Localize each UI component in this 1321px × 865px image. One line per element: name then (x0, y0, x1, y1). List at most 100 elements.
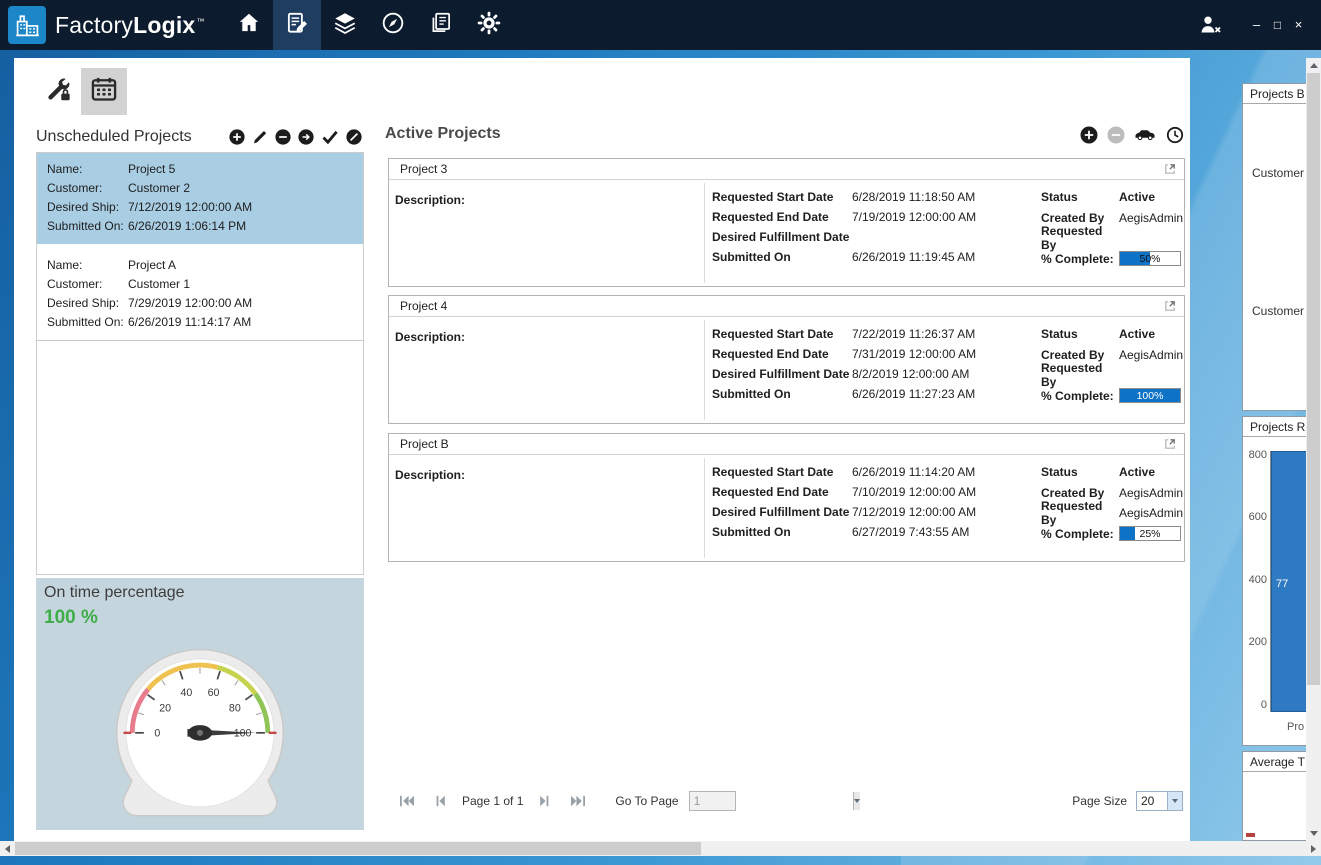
circle-plus-icon (229, 129, 245, 145)
list-row: Desired Ship:7/12/2019 12:00:00 AM (47, 198, 353, 217)
last-page-button[interactable] (570, 795, 587, 807)
scroll-left-button[interactable] (0, 841, 15, 856)
dropdown-arrow-icon[interactable] (853, 792, 860, 810)
documents-nav-button[interactable] (417, 0, 465, 50)
dropdown-arrow-icon[interactable] (1167, 792, 1182, 810)
edit-project-button[interactable] (252, 129, 268, 145)
go-to-page-value[interactable] (690, 792, 853, 810)
remove-active-project-button[interactable] (1107, 126, 1125, 144)
page-size-select[interactable]: 20 (1136, 791, 1183, 811)
unscheduled-toolbar (229, 129, 362, 145)
name-label: Name: (47, 256, 128, 275)
horizontal-scrollbar[interactable] (0, 841, 1321, 856)
materials-nav-button[interactable] (321, 0, 369, 50)
description-label: Description: (395, 330, 465, 344)
list-row: Customer:Customer 2 (47, 179, 353, 198)
home-icon (236, 10, 262, 41)
scroll-right-button[interactable] (1306, 841, 1321, 856)
list-row: Submitted On:6/26/2019 1:06:14 PM (47, 217, 353, 236)
arrow-up-icon (1310, 63, 1318, 68)
go-to-page-label: Go To Page (615, 794, 678, 808)
expand-card-button[interactable] (1164, 300, 1176, 312)
desired-fulfillment-label: Desired Fulfillment Date (712, 367, 852, 381)
submitted-on-label: Submitted On (712, 525, 852, 539)
add-project-button[interactable] (229, 129, 245, 145)
customer-label: Customer: (47, 179, 128, 198)
on-time-panel: On time percentage 100 % (36, 578, 364, 830)
circle-plus-icon (1080, 126, 1098, 144)
unscheduled-item-project-5[interactable]: Name:Project 5 Customer:Customer 2 Desir… (37, 153, 363, 244)
first-page-icon (398, 795, 415, 807)
percent-complete-label: % Complete: (1041, 527, 1119, 541)
desired-fulfillment-label: Desired Fulfillment Date (712, 230, 852, 244)
expand-card-button[interactable] (1164, 438, 1176, 450)
factorylogix-logo (8, 6, 46, 44)
name-value: Project A (128, 258, 176, 272)
gauge-tick-80: 80 (229, 703, 241, 715)
project-name: Project 3 (400, 162, 447, 176)
planning-nav-button[interactable] (273, 0, 321, 50)
logout-user-button[interactable] (1198, 13, 1224, 37)
active-projects-title: Active Projects (385, 125, 501, 143)
gauge-tick-20: 20 (159, 703, 171, 715)
titlebar-right: – □ × (1198, 0, 1321, 50)
requested-end-value: 7/19/2019 12:00:00 AM (852, 210, 976, 224)
maximize-button[interactable]: □ (1267, 0, 1288, 50)
created-by-label: Created By (1041, 348, 1119, 362)
submitted-on-value: 6/26/2019 11:27:23 AM (852, 387, 975, 401)
tab-scheduling[interactable] (81, 68, 127, 115)
next-page-button[interactable] (539, 795, 551, 807)
desired-ship-label: Desired Ship: (47, 294, 128, 313)
submitted-on-label: Submitted On (712, 387, 852, 401)
progress-label: 25% (1120, 527, 1180, 540)
expand-card-button[interactable] (1164, 163, 1176, 175)
submitted-on-value: 6/26/2019 11:19:45 AM (852, 250, 975, 264)
previous-page-button[interactable] (434, 795, 446, 807)
progress-label: 100% (1120, 389, 1180, 402)
on-time-value: 100 % (44, 607, 98, 629)
card-body: Description: Requested Start Date6/28/20… (389, 180, 1184, 286)
remove-project-button[interactable] (275, 129, 291, 145)
history-button[interactable] (1166, 126, 1184, 144)
accept-button[interactable] (321, 129, 339, 145)
main-content: Unscheduled Projects (14, 58, 1190, 841)
status-label: Status (1041, 465, 1119, 479)
y-axis-tick: 600 (1245, 511, 1267, 523)
project-name: Project B (400, 437, 449, 451)
go-to-page-input[interactable] (689, 791, 736, 811)
first-page-button[interactable] (398, 795, 415, 807)
unscheduled-item-project-a[interactable]: Name:Project A Customer:Customer 1 Desir… (37, 249, 363, 341)
description-label: Description: (395, 468, 465, 482)
vertical-scroll-thumb[interactable] (1307, 73, 1320, 685)
bar-value-label: 77 (1276, 578, 1288, 590)
home-nav-button[interactable] (225, 0, 273, 50)
requested-by-value: AegisAdmin (1119, 506, 1183, 520)
user-logout-icon (1198, 13, 1224, 37)
scroll-up-button[interactable] (1306, 58, 1321, 73)
arrow-right-icon (1311, 845, 1316, 853)
progress-label: 50% (1120, 252, 1180, 265)
horizontal-scroll-thumb[interactable] (15, 842, 701, 855)
vertical-scrollbar[interactable] (1306, 58, 1321, 841)
created-by-value: AegisAdmin (1119, 211, 1183, 225)
titlebar: FactoryLogix™ (0, 0, 1321, 50)
project-card-project-b: Project B Description: Requested Start D… (388, 433, 1185, 562)
schedule-project-button[interactable] (298, 129, 314, 145)
minimize-button[interactable]: – (1246, 0, 1267, 50)
tab-setup-tools[interactable] (35, 68, 81, 115)
settings-nav-button[interactable] (465, 0, 513, 50)
list-row: Name:Project A (47, 256, 353, 275)
scroll-down-button[interactable] (1306, 826, 1321, 841)
page-size-value: 20 (1137, 792, 1167, 810)
add-active-project-button[interactable] (1080, 126, 1098, 144)
percent-complete-bar: 50% (1119, 251, 1181, 266)
shipping-button[interactable] (1134, 128, 1157, 142)
gauge-tick-40: 40 (181, 687, 193, 699)
submitted-on-value: 6/26/2019 1:06:14 PM (128, 219, 246, 233)
close-button[interactable]: × (1288, 0, 1309, 50)
production-nav-button[interactable] (369, 0, 417, 50)
cancel-button[interactable] (346, 129, 362, 145)
x-axis-label: Pro (1287, 721, 1304, 733)
percent-complete-label: % Complete: (1041, 389, 1119, 403)
previous-page-icon (434, 795, 446, 807)
